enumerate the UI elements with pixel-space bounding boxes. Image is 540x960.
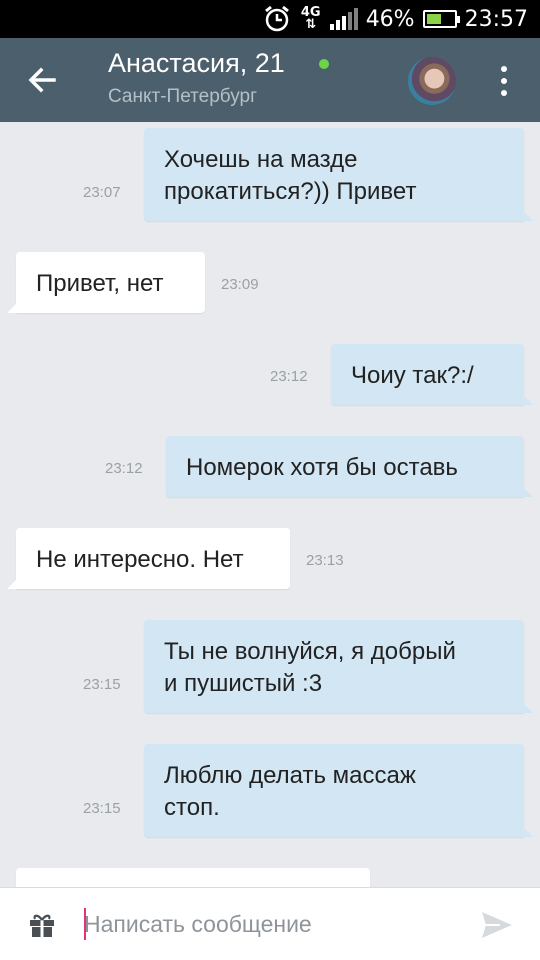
contact-city: Санкт-Петербург — [108, 86, 258, 107]
message-text: Люблю делать массаж — [164, 762, 416, 789]
chat-header: Анастасия, 21 Санкт-Петербург — [0, 38, 540, 122]
message-text: Ты не волнуйся, я добрый — [164, 638, 456, 665]
online-status-indicator — [319, 59, 329, 69]
network-4g-icon: 4G ⇅ — [300, 5, 321, 32]
message-bubble-outgoing[interactable]: Ты не волнуйся, я добрый и пушистый :3 — [144, 620, 533, 713]
battery-percent: 46% — [365, 6, 415, 32]
message-time: 23:12 — [270, 368, 308, 385]
status-bar: 4G ⇅ 46% 23:57 — [0, 0, 540, 38]
message-time: 23:09 — [221, 276, 259, 293]
message-bubble-outgoing[interactable]: Люблю делать массаж стоп. — [144, 744, 533, 837]
message-text: и пушистый :3 — [164, 670, 323, 697]
status-time: 23:57 — [464, 6, 528, 32]
message-text: Привет, нет — [36, 270, 164, 297]
message-input[interactable] — [84, 906, 464, 942]
message-composer — [0, 887, 540, 960]
message-time: 23:12 — [105, 460, 143, 477]
contact-name[interactable]: Анастасия, 21 — [108, 48, 285, 79]
message-bubble-incoming[interactable]: Привет, нет — [7, 252, 205, 313]
message-bubble-outgoing[interactable]: Чоиу так?:/ — [331, 344, 533, 405]
message-bubble-outgoing[interactable]: Номерок хотя бы оставь — [166, 436, 533, 497]
message-time: 23:13 — [306, 552, 344, 569]
battery-icon — [422, 10, 460, 28]
alarm-icon — [264, 5, 289, 32]
message-time: 23:15 — [83, 800, 121, 817]
avatar[interactable] — [408, 57, 456, 105]
gift-icon[interactable] — [28, 912, 56, 938]
more-options-icon[interactable] — [494, 66, 514, 96]
message-time: 23:07 — [83, 184, 121, 201]
message-text: Хочешь на мазде — [164, 146, 358, 173]
signal-icon — [329, 8, 358, 30]
message-bubble-outgoing[interactable]: Хочешь на мазде прокатиться?)) Привет — [144, 128, 533, 221]
text-cursor — [84, 908, 86, 940]
back-arrow-icon[interactable] — [26, 64, 58, 96]
message-bubble-incoming[interactable]: Не интересно. Нет — [7, 528, 290, 589]
message-text: Чоиу так?:/ — [351, 362, 474, 389]
message-text: Не интересно. Нет — [36, 546, 244, 573]
message-text: Номерок хотя бы оставь — [186, 454, 458, 481]
send-icon[interactable] — [480, 910, 514, 940]
message-text: стоп. — [164, 794, 220, 821]
message-time: 23:15 — [83, 676, 121, 693]
message-text: прокатиться?)) Привет — [164, 178, 417, 205]
